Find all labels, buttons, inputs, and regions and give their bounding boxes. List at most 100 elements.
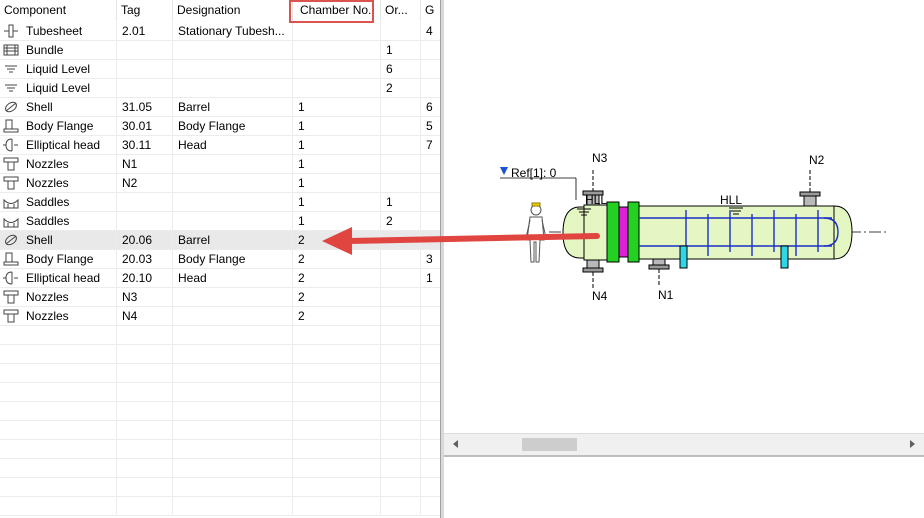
cell-chamber: 2: [293, 231, 381, 249]
cell-or: 2: [381, 212, 421, 230]
table-row[interactable]: Body Flange 30.01 Body Flange 1 5: [0, 117, 440, 136]
table-row[interactable]: Bundle 1: [0, 41, 440, 60]
scroll-thumb[interactable]: [522, 438, 577, 451]
cell-chamber: 1: [293, 136, 381, 154]
table-row[interactable]: Saddles 1 1: [0, 193, 440, 212]
cell-designation: [173, 326, 293, 344]
cell-component: Saddles: [0, 212, 117, 230]
cell-or: [381, 326, 421, 344]
empty-row[interactable]: [0, 440, 440, 459]
cell-tag: [117, 459, 173, 477]
cell-g: [421, 212, 440, 230]
cell-g: 6: [421, 98, 440, 116]
empty-row[interactable]: [0, 345, 440, 364]
cell-designation: [173, 193, 293, 211]
cell-component: Nozzles: [0, 174, 117, 192]
cell-tag: [117, 402, 173, 420]
table-row[interactable]: Body Flange 20.03 Body Flange 2 3: [0, 250, 440, 269]
cell-component: Nozzles: [0, 307, 117, 325]
cell-component: Shell: [0, 98, 117, 116]
cell-or: [381, 269, 421, 287]
empty-row[interactable]: [0, 383, 440, 402]
label-n4: N4: [592, 289, 608, 303]
cell-or: [381, 345, 421, 363]
cell-designation: Body Flange: [173, 250, 293, 268]
nozzle-n1: [652, 258, 666, 266]
cell-chamber: 1: [293, 212, 381, 230]
cell-or: [381, 459, 421, 477]
cell-designation: Head: [173, 269, 293, 287]
empty-row[interactable]: [0, 402, 440, 421]
cell-component: Shell: [0, 231, 117, 249]
scroll-right-icon[interactable]: [910, 440, 915, 448]
cell-chamber: [293, 60, 381, 78]
table-row[interactable]: Liquid Level 2: [0, 79, 440, 98]
empty-row[interactable]: [0, 421, 440, 440]
cell-g: [421, 345, 440, 363]
horizontal-scrollbar[interactable]: [444, 433, 924, 455]
table-row[interactable]: Nozzles N2 1: [0, 174, 440, 193]
cell-designation: [173, 402, 293, 420]
cell-designation: [173, 345, 293, 363]
table-row[interactable]: Nozzles N3 2: [0, 288, 440, 307]
cell-designation: Barrel: [173, 98, 293, 116]
cell-or: [381, 117, 421, 135]
table-row[interactable]: Saddles 1 2: [0, 212, 440, 231]
cell-or: [381, 231, 421, 249]
cell-g: [421, 307, 440, 325]
cell-designation: [173, 288, 293, 306]
component-table: Component Tag Designation Chamber No. Or... G…: [0, 0, 440, 518]
empty-row[interactable]: [0, 497, 440, 516]
header-g[interactable]: G: [421, 0, 440, 21]
header-or[interactable]: Or...: [381, 0, 421, 21]
cell-g: [421, 231, 440, 249]
cell-g: 1: [421, 269, 440, 287]
scroll-left-icon[interactable]: [453, 440, 458, 448]
table-row[interactable]: Tubesheet 2.01 Stationary Tubesh... 4: [0, 22, 440, 41]
empty-row[interactable]: [0, 326, 440, 345]
cell-tag: [117, 364, 173, 382]
cell-g: [421, 41, 440, 59]
table-row[interactable]: Elliptical head 30.11 Head 1 7: [0, 136, 440, 155]
table-row[interactable]: Shell 20.06 Barrel 2: [0, 231, 440, 250]
cell-g: 3: [421, 250, 440, 268]
header-component[interactable]: Component: [0, 0, 117, 21]
cell-chamber: [293, 345, 381, 363]
tubesheet: [618, 206, 629, 258]
empty-row[interactable]: [0, 459, 440, 478]
cell-chamber: [293, 364, 381, 382]
label-hll-1: HLL: [585, 193, 607, 207]
cell-component: [0, 345, 117, 363]
cell-chamber: 1: [293, 174, 381, 192]
cell-designation: Barrel: [173, 231, 293, 249]
header-designation[interactable]: Designation: [173, 0, 293, 21]
drawing-pane: Ref[1]: 0 N3 N2 N4 N1 HLL HLL: [444, 0, 924, 455]
empty-row[interactable]: [0, 478, 440, 497]
cell-g: [421, 174, 440, 192]
cell-tag: [117, 478, 173, 496]
cell-chamber: [293, 402, 381, 420]
cell-tag: [117, 79, 173, 97]
table-row[interactable]: Elliptical head 20.10 Head 2 1: [0, 269, 440, 288]
table-row[interactable]: Liquid Level 6: [0, 60, 440, 79]
cell-g: [421, 79, 440, 97]
cell-designation: [173, 459, 293, 477]
header-chamber-no[interactable]: Chamber No.: [293, 0, 381, 21]
cell-chamber: [293, 41, 381, 59]
cell-component: [0, 364, 117, 382]
cell-or: [381, 440, 421, 458]
cell-tag: 20.10: [117, 269, 173, 287]
cell-or: 1: [381, 41, 421, 59]
cell-tag: [117, 345, 173, 363]
cell-chamber: [293, 440, 381, 458]
table-row[interactable]: Shell 31.05 Barrel 1 6: [0, 98, 440, 117]
cell-designation: [173, 364, 293, 382]
table-row[interactable]: Nozzles N4 2: [0, 307, 440, 326]
cell-chamber: 2: [293, 250, 381, 268]
table-row[interactable]: Nozzles N1 1: [0, 155, 440, 174]
cell-component: [0, 326, 117, 344]
empty-row[interactable]: [0, 364, 440, 383]
cell-or: [381, 22, 421, 40]
cell-component: Body Flange: [0, 117, 117, 135]
header-tag[interactable]: Tag: [117, 0, 173, 21]
